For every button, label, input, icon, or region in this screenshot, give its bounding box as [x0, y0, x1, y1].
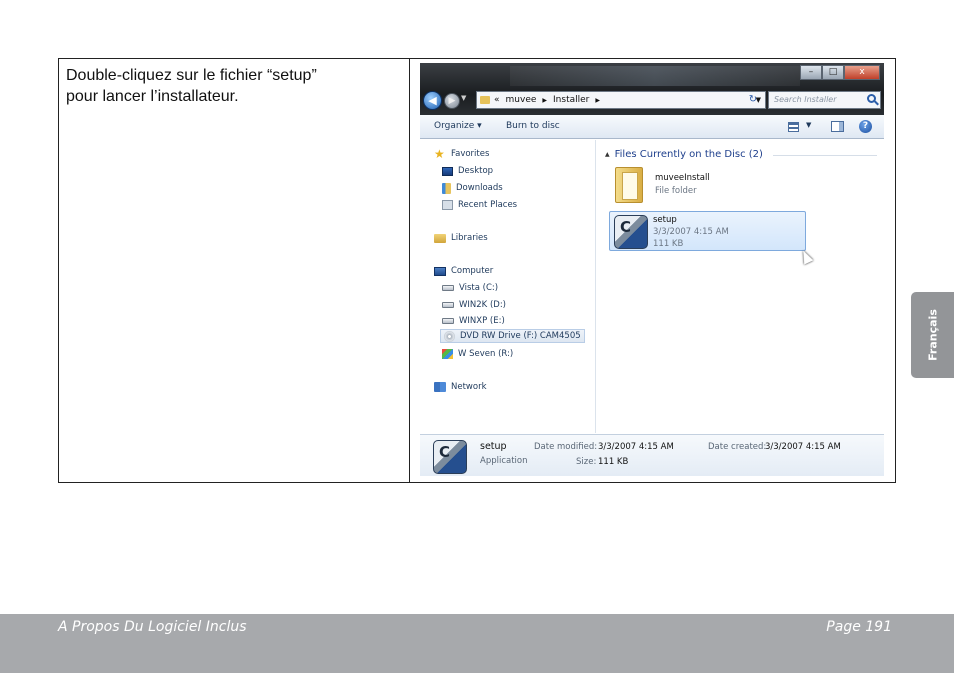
chevron-right-icon[interactable]: ▶ [542, 97, 547, 104]
address-bar[interactable]: « muvee ▶ Installer ▶ ▼ [476, 91, 766, 109]
breadcrumb-muvee[interactable]: muvee [506, 95, 537, 105]
size-label: Size: [576, 457, 597, 467]
setup-date: 3/3/2007 4:15 AM [653, 227, 729, 237]
nav-label: DVD RW Drive (F:) CAM4505 [460, 331, 581, 341]
search-input[interactable]: Search Installer [768, 91, 881, 109]
nav-item-dvd-drive[interactable]: DVD RW Drive (F:) CAM4505 [440, 329, 585, 343]
group-header-label: Files Currently on the Disc (2) [614, 149, 763, 160]
window-buttons: – □ x [800, 65, 880, 80]
table-divider [409, 59, 410, 482]
history-dropdown-icon[interactable]: ▼ [461, 94, 466, 102]
nav-label: WIN2K (D:) [459, 300, 506, 310]
explorer-screenshot: – □ x ◀ ▶ ▼ « muvee ▶ Installer ▶ ▼ ↻ Se… [420, 63, 884, 476]
nav-item-computer[interactable]: Computer [434, 264, 493, 278]
glass-strip [510, 66, 800, 86]
footer-section-title: A Propos Du Logiciel Inclus [58, 619, 247, 635]
setup-name: setup [653, 215, 677, 225]
hard-drive-icon [442, 285, 454, 291]
folder-icon[interactable] [615, 167, 643, 203]
language-tab-label: Français [926, 309, 939, 361]
breadcrumb-installer[interactable]: Installer [553, 95, 589, 105]
instruction-text: Double-cliquez sur le fichier “setup” po… [66, 65, 386, 107]
collapse-triangle-icon[interactable]: ▲ [605, 151, 610, 158]
desktop-icon [442, 166, 453, 176]
application-icon [433, 440, 467, 474]
chevron-right-icon[interactable]: ▶ [595, 97, 600, 104]
nav-label: Network [451, 382, 487, 392]
group-divider [773, 155, 877, 156]
computer-icon [434, 266, 446, 276]
nav-item-drive-r[interactable]: W Seven (R:) [442, 347, 513, 361]
page-footer: A Propos Du Logiciel Inclus Page 191 [0, 614, 954, 673]
nav-label: Downloads [456, 183, 503, 193]
mouse-cursor-icon [798, 248, 814, 265]
nav-label: Vista (C:) [459, 283, 499, 293]
nav-label: Computer [451, 266, 494, 276]
nav-label: Desktop [458, 166, 494, 176]
burn-to-disc-button[interactable]: Burn to disc [506, 121, 560, 131]
nav-label: Recent Places [458, 200, 518, 210]
network-icon [434, 382, 446, 392]
date-created-value: 3/3/2007 4:15 AM [765, 442, 841, 452]
command-toolbar: Organize ▾ Burn to disc ▼ ? [420, 115, 884, 139]
details-file-type: Application [480, 456, 528, 466]
address-overflow[interactable]: « [494, 95, 500, 105]
refresh-icon[interactable]: ↻ [742, 92, 764, 108]
setup-size: 111 KB [653, 239, 684, 249]
star-icon: ★ [434, 147, 445, 161]
recent-places-icon [442, 200, 453, 210]
nav-item-network[interactable]: Network [434, 380, 487, 394]
folder-name[interactable]: muveeInstall [655, 173, 710, 183]
details-file-name: setup [480, 441, 507, 452]
nav-item-drive-e[interactable]: WINXP (E:) [442, 314, 505, 328]
nav-item-drive-c[interactable]: Vista (C:) [442, 281, 498, 295]
details-pane: setup Application Date modified: 3/3/200… [420, 434, 884, 476]
folder-icon [480, 96, 490, 104]
date-created-label: Date created: [708, 442, 767, 452]
group-header[interactable]: ▲ Files Currently on the Disc (2) [605, 149, 763, 160]
preview-pane-icon[interactable] [831, 121, 844, 132]
windows-drive-icon [442, 349, 453, 359]
nav-item-desktop[interactable]: Desktop [442, 164, 493, 178]
nav-label: Favorites [451, 149, 490, 159]
hard-drive-icon [442, 302, 454, 308]
downloads-icon [442, 182, 451, 194]
setup-file-item[interactable]: setup 3/3/2007 4:15 AM 111 KB [609, 211, 806, 251]
language-tab: Français [911, 292, 954, 378]
date-modified-value: 3/3/2007 4:15 AM [598, 442, 674, 452]
nav-item-recent-places[interactable]: Recent Places [442, 198, 517, 212]
change-view-icon[interactable] [788, 122, 799, 132]
footer-page-number: Page 191 [826, 619, 892, 635]
dvd-drive-icon [444, 330, 455, 342]
help-icon[interactable]: ? [859, 120, 872, 133]
window-titlebar: – □ x ◀ ▶ ▼ « muvee ▶ Installer ▶ ▼ ↻ Se… [420, 63, 884, 115]
nav-item-favorites[interactable]: ★ Favorites [434, 147, 489, 161]
back-arrow-icon[interactable]: ◀ [423, 91, 442, 110]
search-placeholder: Search Installer [774, 95, 837, 104]
organize-button[interactable]: Organize ▾ [434, 121, 482, 131]
nav-label: W Seven (R:) [458, 349, 514, 359]
application-icon [614, 215, 648, 249]
chevron-down-icon[interactable]: ▼ [806, 121, 811, 129]
size-value: 111 KB [598, 457, 629, 467]
nav-label: WINXP (E:) [459, 316, 505, 326]
hard-drive-icon [442, 318, 454, 324]
folder-type: File folder [655, 186, 697, 196]
instruction-line-1: Double-cliquez sur le fichier “setup” [66, 67, 317, 84]
maximize-button[interactable]: □ [822, 65, 844, 80]
file-list-pane: ▲ Files Currently on the Disc (2) muveeI… [597, 140, 884, 433]
search-icon[interactable] [867, 94, 876, 103]
nav-label: Libraries [451, 233, 488, 243]
libraries-icon [434, 233, 446, 243]
navigation-pane: ★ Favorites Desktop Downloads Recent Pla… [420, 140, 596, 433]
instruction-line-2: pour lancer l’installateur. [66, 88, 239, 105]
date-modified-label: Date modified: [534, 442, 598, 452]
minimize-button[interactable]: – [800, 65, 822, 80]
nav-item-libraries[interactable]: Libraries [434, 231, 488, 245]
close-button[interactable]: x [844, 65, 880, 80]
nav-item-downloads[interactable]: Downloads [442, 181, 503, 195]
forward-arrow-icon[interactable]: ▶ [444, 93, 460, 109]
nav-item-drive-d[interactable]: WIN2K (D:) [442, 298, 506, 312]
